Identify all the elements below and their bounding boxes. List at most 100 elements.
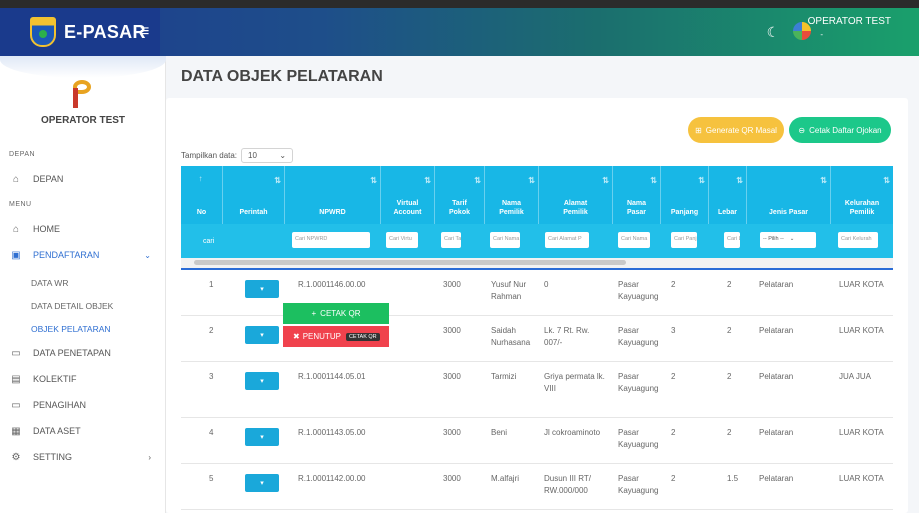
filter-panjang-input[interactable]: Cari Panj [671, 232, 697, 248]
sidebar-item-label: DATA ASET [33, 426, 81, 436]
cell-nama: M.alfajri [491, 474, 520, 483]
brand[interactable]: E-PASAR [0, 8, 160, 56]
cell-no: 4 [209, 428, 214, 437]
sort-icon: ⇅ [820, 176, 827, 185]
section-label-menu: MENU [9, 201, 32, 208]
filter-npwrd-input[interactable]: Cari NPWRD [292, 232, 370, 248]
cell-tarif: 3000 [443, 326, 461, 335]
cell-panjang: 3 [671, 326, 676, 335]
col-header-npwrd[interactable]: ⇅ NPWRD [285, 166, 381, 224]
sidebar-subitem-data-wr[interactable]: DATA WR [31, 278, 68, 288]
col-label: No [196, 209, 207, 216]
col-header-perintah[interactable]: ⇅ Perintah [223, 166, 285, 224]
sidebar-item-kolektif[interactable]: ▤ KOLEKTIF [9, 370, 159, 388]
sidebar-item-depan[interactable]: ⌂ DEPAN [9, 170, 159, 188]
chevron-down-icon: ⌄ [279, 151, 287, 160]
col-header-nama-pasar[interactable]: ⇅ Nama Pasar [613, 166, 661, 224]
cell-npwrd: R.1.0001144.05.01 [298, 372, 366, 381]
col-header-alamat-pemilik[interactable]: ⇅ Alamat Pemilik [539, 166, 613, 224]
penutup-menu-item[interactable]: ✖ PENUTUP CETAK QR [283, 326, 389, 347]
cetak-qr-menu-item[interactable]: + CETAK QR [283, 303, 389, 324]
cell-no: 5 [209, 474, 214, 483]
chevron-down-icon: ⌄ [144, 250, 151, 260]
list-icon: ▣ [11, 249, 21, 261]
filter-jenis-value: -- Pilih -- [763, 236, 784, 242]
table-row: 3 R.1.0001144.05.01 3000 Tarmizi Griya perma… [181, 362, 893, 418]
horizontal-scrollbar[interactable] [194, 260, 626, 265]
cell-tarif: 3000 [443, 474, 461, 483]
action-dropdown-button[interactable]: ▾ [245, 372, 279, 390]
page-title: DATA OBJEK PELATARAN [181, 68, 383, 85]
cell-panjang: 2 [671, 372, 676, 381]
sidebar-item-label: PENDAFTARAN [33, 250, 100, 260]
cell-kelurahan: LUAR KOTA [839, 428, 884, 437]
cetak-qr-label: CETAK QR [320, 309, 361, 318]
page-size-control: Tampilkan data: 10 ⌄ [181, 148, 294, 163]
action-dropdown-button[interactable]: ▾ [245, 326, 279, 344]
cell-alamat: Lk. 7 Rt. Rw. 007/- [544, 326, 590, 347]
filter-nama-input[interactable]: Cari Nama [490, 232, 520, 248]
col-header-kelurahan-pemilik[interactable]: ⇅ Kelurahan Pemilik [831, 166, 893, 224]
sidebar-item-data-penetapan[interactable]: ▭ DATA PENETAPAN [9, 344, 159, 362]
col-header-tarif-pokok[interactable]: ⇅ Tarif Pokok [435, 166, 485, 224]
app-name: E-PASAR [64, 21, 146, 42]
col-header-virtual-account[interactable]: ⇅ Virtual Account [381, 166, 435, 224]
sidebar-item-pendaftaran[interactable]: ▣ PENDAFTARAN ⌄ [9, 246, 159, 264]
col-header-panjang[interactable]: ⇅ Panjang [661, 166, 709, 224]
card-icon: ▤ [11, 373, 21, 385]
sidebar-subitem-objek-pelataran[interactable]: OBJEK PELATARAN [31, 324, 111, 334]
filter-tarif-input[interactable]: Cari Ta [441, 232, 461, 248]
sidebar-item-penagihan[interactable]: ▭ PENAGIHAN [9, 396, 159, 414]
sidebar: OPERATOR TEST DEPAN ⌂ DEPAN MENU ⌂ HOME … [0, 56, 166, 513]
cell-no: 3 [209, 372, 214, 381]
sidebar-item-label: SETTING [33, 452, 73, 462]
cell-alamat: Griya permata lk. VIII [544, 372, 605, 393]
filter-jenis-select[interactable]: -- Pilih -- ⌄ [760, 232, 816, 248]
filter-cari-label: cari [203, 238, 215, 245]
header-user-name[interactable]: OPERATOR TEST [808, 16, 891, 27]
sidebar-item-home[interactable]: ⌂ HOME [9, 220, 159, 238]
printer-icon: ⊖ [798, 125, 806, 135]
cell-lebar: 2 [727, 326, 732, 335]
sidebar-item-data-aset[interactable]: ▦ DATA ASET [9, 422, 159, 440]
sort-icon: ⇅ [698, 176, 705, 185]
sidebar-subitem-data-detail-objek[interactable]: DATA DETAIL OBJEK [31, 301, 113, 311]
col-label: Panjang [670, 209, 699, 216]
home-icon: ⌂ [12, 223, 20, 235]
tooltip: CETAK QR [345, 332, 380, 341]
filter-kelurahan-input[interactable]: Cari Kelurah [838, 232, 878, 248]
page-size-label: Tampilkan data: [181, 151, 238, 160]
calendar-icon: ▭ [11, 399, 21, 411]
calendar-icon: ▭ [11, 347, 21, 359]
col-label: NPWRD [319, 209, 346, 216]
col-header-jenis-pasar[interactable]: ⇅ Jenis Pasar [747, 166, 831, 224]
page-size-select[interactable]: 10 ⌄ [241, 148, 294, 163]
generate-qr-button[interactable]: ⊞ Generate QR Masal [688, 117, 784, 143]
action-dropdown-button[interactable]: ▾ [245, 474, 279, 492]
filter-pasar-input[interactable]: Cari Nama [618, 232, 650, 248]
col-label: Kelurahan Pemilik [844, 200, 880, 216]
section-label-depan: DEPAN [9, 151, 36, 158]
cell-lebar: 2 [727, 280, 732, 289]
action-dropdown-button[interactable]: ▾ [245, 428, 279, 446]
sidebar-item-label: HOME [33, 224, 60, 234]
col-header-lebar[interactable]: ⇅ Lebar [709, 166, 747, 224]
cell-lebar: 1.5 [727, 474, 739, 483]
hamburger-icon[interactable]: ≡ [140, 23, 149, 41]
cell-lebar: 2 [727, 428, 732, 437]
cell-jenis: Pelataran [759, 326, 794, 335]
sidebar-item-setting[interactable]: ⚙ SETTING › [9, 448, 159, 466]
sort-icon: ⇅ [274, 176, 281, 185]
print-list-button[interactable]: ⊖ Cetak Daftar Ojokan [789, 117, 891, 143]
sort-icon: ⇅ [602, 176, 609, 185]
cell-tarif: 3000 [443, 280, 461, 289]
filter-lebar-input[interactable]: Cari Le [724, 232, 740, 248]
chevron-right-icon: › [148, 452, 151, 462]
moon-icon[interactable]: ☾ [767, 24, 780, 41]
filter-va-input[interactable]: Cari Virtu [386, 232, 418, 248]
col-header-no[interactable]: ↑ No [181, 166, 223, 224]
filter-alamat-input[interactable]: Cari Alamat P [545, 232, 589, 248]
col-header-nama-pemilik[interactable]: ⇅ Nama Pemilik [485, 166, 539, 224]
action-dropdown-button[interactable]: ▾ [245, 280, 279, 298]
cell-no: 2 [209, 326, 214, 335]
